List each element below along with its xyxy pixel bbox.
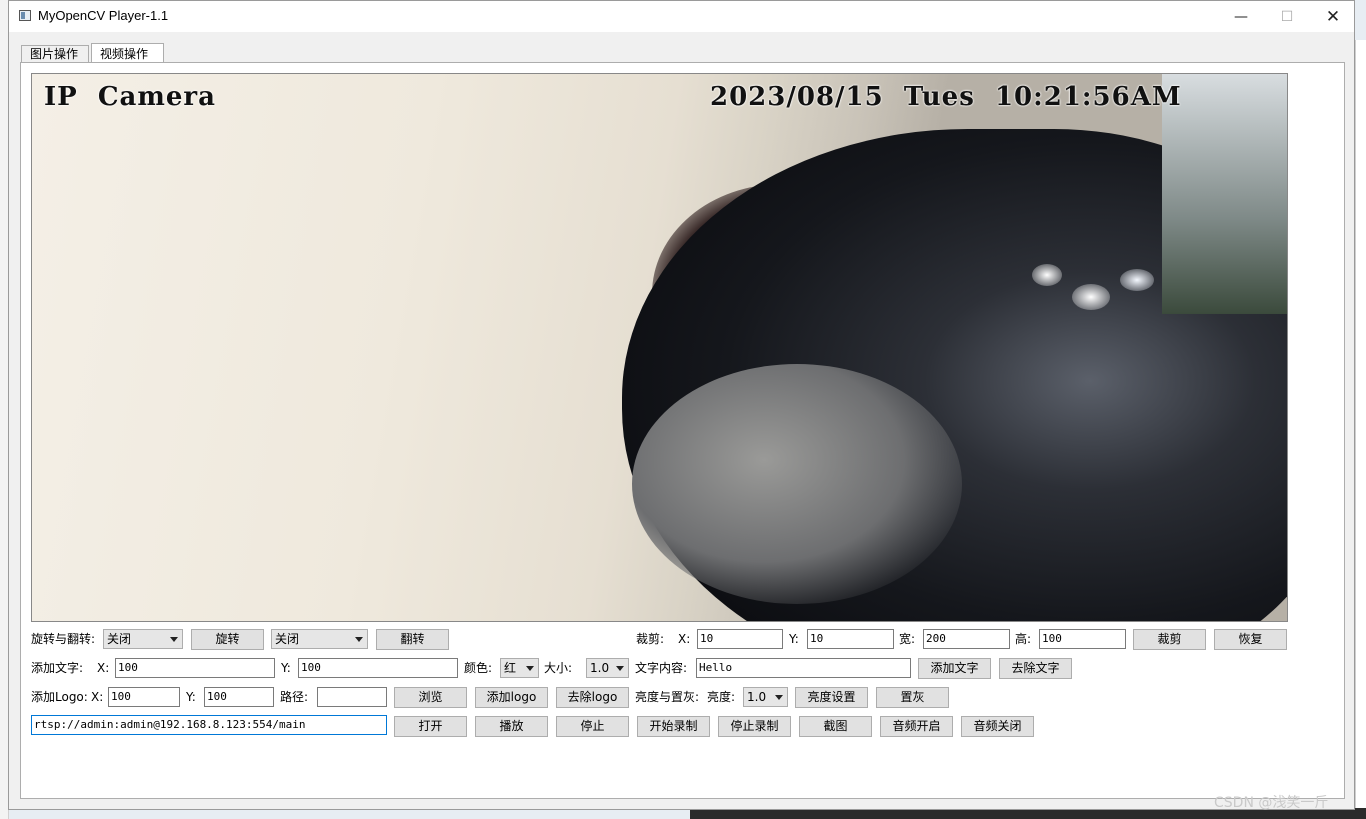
crop-height-input[interactable]: 100 [1039,629,1126,649]
chevron-down-icon [355,637,363,642]
tab-image-ops[interactable]: 图片操作 [21,45,89,63]
add-text-label: 添加文字: [31,661,84,675]
osd-timestamp: 2023/08/15 Tues 10:21:56AM [710,82,1182,112]
restore-button[interactable]: 恢复 [1214,629,1287,650]
chevron-down-icon [616,666,624,671]
logo-y-label: Y: [186,690,196,704]
watermark: CSDN @浅笑一斤 [1214,795,1329,811]
text-content-input[interactable]: Hello [696,658,911,678]
crop-y-label: Y: [789,632,799,646]
chevron-down-icon [775,695,783,700]
tab-video-ops[interactable]: 视频操作 [91,43,164,64]
crop-y-input[interactable]: 10 [807,629,894,649]
crop-height-label: 高: [1015,632,1032,646]
maximize-button[interactable]: ☐ [1264,1,1310,32]
video-display: IP Camera 2023/08/15 Tues 10:21:56AM [31,73,1288,622]
crop-width-input[interactable]: 200 [923,629,1010,649]
audio-on-button[interactable]: 音频开启 [880,716,953,737]
desktop-background-right [1355,40,1366,819]
text-color-label: 颜色: [464,661,493,675]
brightness-label: 亮度: [707,690,736,704]
brightness-gray-label: 亮度与置灰: [635,690,700,704]
open-button[interactable]: 打开 [394,716,467,737]
stream-url-input[interactable]: rtsp://admin:admin@192.168.8.123:554/mai… [31,715,387,735]
logo-path-label: 路径: [280,690,309,704]
osd-camera-label: IP Camera [44,82,216,112]
text-size-select[interactable]: 1.0 [586,658,629,678]
app-icon [19,10,31,21]
window-title: MyOpenCV Player-1.1 [38,8,169,23]
audio-off-button[interactable]: 音频关闭 [961,716,1034,737]
stop-record-button[interactable]: 停止录制 [718,716,791,737]
text-size-label: 大小: [544,661,573,675]
text-x-input[interactable]: 100 [115,658,275,678]
add-text-button[interactable]: 添加文字 [918,658,991,679]
rotate-flip-label: 旋转与翻转: [31,632,96,646]
browse-button[interactable]: 浏览 [394,687,467,708]
flip-select[interactable]: 关闭 [271,629,368,649]
rotate-select[interactable]: 关闭 [103,629,183,649]
stop-button[interactable]: 停止 [556,716,629,737]
chevron-down-icon [526,666,534,671]
add-logo-label: 添加Logo: [31,690,88,704]
remove-text-button[interactable]: 去除文字 [999,658,1072,679]
screenshot-button[interactable]: 截图 [799,716,872,737]
main-window: MyOpenCV Player-1.1 — ☐ ✕ 图片操作 视频操作 IP C… [8,0,1355,810]
crop-x-label: X: [678,632,691,646]
title-bar[interactable]: MyOpenCV Player-1.1 — ☐ ✕ [9,1,1354,32]
logo-y-input[interactable]: 100 [204,687,274,707]
text-color-select[interactable]: 红 [500,658,539,678]
grayscale-button[interactable]: 置灰 [876,687,949,708]
brightness-set-button[interactable]: 亮度设置 [795,687,868,708]
crop-x-input[interactable]: 10 [697,629,783,649]
rotate-button[interactable]: 旋转 [191,629,264,650]
play-button[interactable]: 播放 [475,716,548,737]
text-y-label: Y: [281,661,291,675]
logo-x-input[interactable]: 100 [108,687,180,707]
close-button[interactable]: ✕ [1310,1,1356,32]
crop-label: 裁剪: [636,632,665,646]
crop-width-label: 宽: [899,632,916,646]
logo-x-label: X: [91,690,104,704]
video-ops-panel: IP Camera 2023/08/15 Tues 10:21:56AM 旋转与… [20,62,1345,799]
text-content-label: 文字内容: [635,661,688,675]
text-x-label: X: [97,661,110,675]
flip-button[interactable]: 翻转 [376,629,449,650]
crop-button[interactable]: 裁剪 [1133,629,1206,650]
brightness-select[interactable]: 1.0 [743,687,788,707]
chevron-down-icon [170,637,178,642]
logo-path-input[interactable] [317,687,387,707]
minimize-button[interactable]: — [1218,1,1264,32]
start-record-button[interactable]: 开始录制 [637,716,710,737]
add-logo-button[interactable]: 添加logo [475,687,548,708]
text-y-input[interactable]: 100 [298,658,458,678]
remove-logo-button[interactable]: 去除logo [556,687,629,708]
